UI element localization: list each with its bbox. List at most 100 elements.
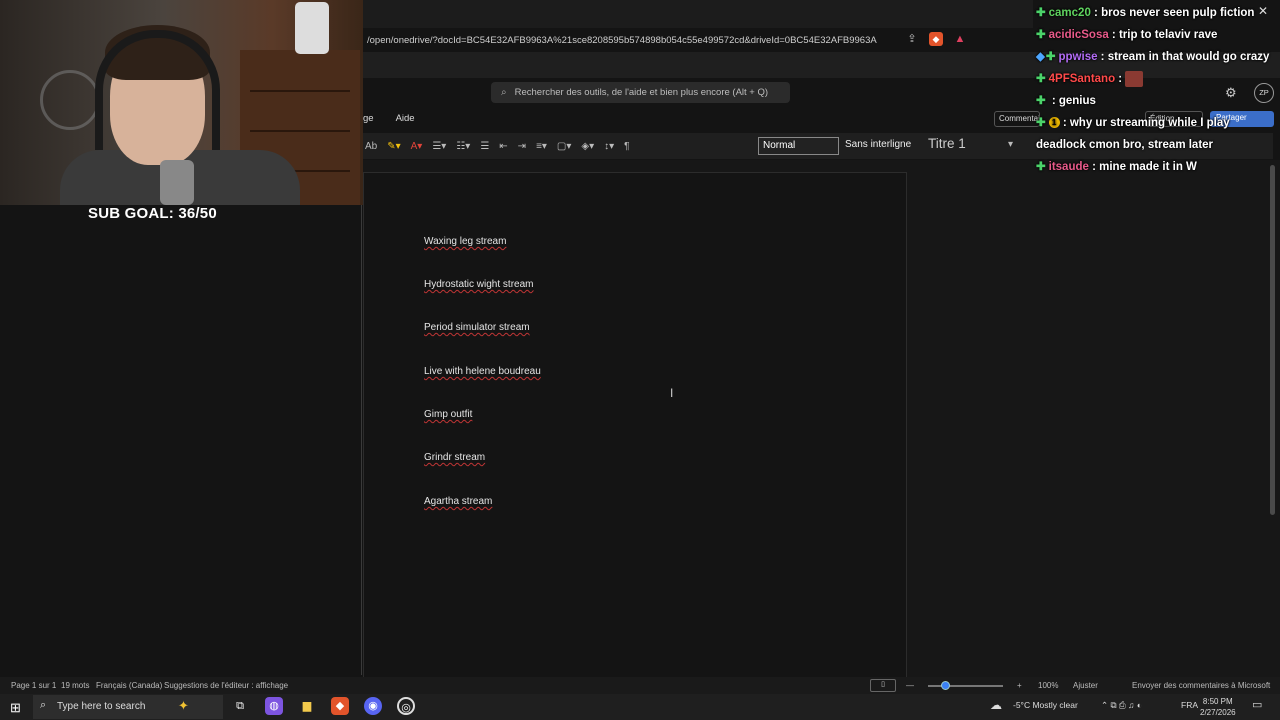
file-explorer-icon[interactable]: ▆ [298, 697, 316, 715]
language-indicator[interactable]: Français (Canada) [96, 681, 162, 690]
chat-text: : mine made it in W [1088, 161, 1197, 173]
paragraph-marks-icon[interactable]: ¶ [624, 141, 629, 152]
obs-icon[interactable]: ◎ [397, 697, 415, 715]
chat-emote-image [1125, 70, 1144, 87]
zoom-in-icon[interactable]: + [1017, 681, 1022, 690]
sub-badge-icon: ✚ [1036, 161, 1046, 173]
chat-username: camc20 [1048, 7, 1091, 19]
checklist-icon[interactable]: ☰ [480, 141, 489, 152]
status-bar: Page 1 sur 1 19 mots Français (Canada) S… [0, 677, 1280, 694]
notification-icon[interactable]: ▭ [1252, 698, 1262, 711]
document-line[interactable]: Agartha stream [424, 496, 492, 507]
chat-username: ppwise [1058, 51, 1098, 63]
document-line[interactable]: Live with helene boudreau [424, 366, 541, 377]
decrease-indent-icon[interactable]: ⇤ [499, 141, 507, 152]
gem-badge-icon: ◆ [1036, 51, 1045, 63]
brave-browser-icon[interactable]: ◆ [331, 697, 349, 715]
feedback-link[interactable]: Envoyer des commentaires à Microsoft [1132, 681, 1270, 690]
taskbar-search[interactable]: ⌕ Type here to search ✦ [33, 695, 223, 719]
windows-start-icon[interactable]: ⊞ [10, 700, 21, 716]
chat-message: ✚ 4PFSantano : [1036, 68, 1276, 90]
menu-item-aide[interactable]: Aide [396, 113, 415, 124]
numbered-list-icon[interactable]: ☷▾ [456, 141, 470, 152]
brave-shield-icon[interactable]: ◆ [929, 32, 943, 46]
document-page[interactable] [363, 172, 907, 682]
highlight-icon[interactable]: ✎▾ [387, 141, 400, 152]
text-cursor-icon: I [670, 386, 674, 400]
sub-badge-icon: ✚ [1036, 73, 1046, 85]
tab-strip [363, 0, 1033, 28]
headset-shape [95, 30, 220, 150]
style-heading-1[interactable]: Titre 1 [924, 135, 1004, 155]
document-line[interactable]: Waxing leg stream [424, 236, 506, 247]
style-no-spacing[interactable]: Sans interligne [841, 137, 921, 155]
zoom-slider-knob[interactable] [941, 681, 950, 690]
page-count: Page 1 sur 1 [11, 681, 57, 690]
increase-indent-icon[interactable]: ⇥ [518, 141, 526, 152]
chat-text: : genius [1048, 95, 1096, 107]
align-icon[interactable]: ≡▾ [536, 141, 547, 152]
copilot-icon[interactable]: ◍ [265, 697, 283, 715]
styles-expand-chevron-icon[interactable]: ▾ [1008, 139, 1013, 150]
weather-icon[interactable]: ☁ [990, 698, 1002, 712]
shading-icon[interactable]: ◈▾ [581, 141, 594, 152]
font-color-icon[interactable]: A▾ [411, 141, 423, 152]
stream-chat-overlay: ✚ camc20 : bros never seen pulp fiction ✚… [1036, 2, 1276, 178]
word-count[interactable]: 19 mots [61, 681, 89, 690]
search-placeholder: Rechercher des outils, de l'aide et bien… [514, 87, 769, 98]
borders-icon[interactable]: ▢▾ [557, 141, 571, 152]
sub-goal-label: SUB GOAL: 36/50 [88, 205, 217, 222]
tray-icons[interactable]: ⌃ ⧉ ⎙ ♫ ◐ [1101, 700, 1142, 711]
clock-date: 2/27/2026 [1200, 708, 1236, 717]
zoom-slider[interactable] [928, 685, 1003, 687]
chat-username: itsaude [1048, 161, 1089, 173]
rewards-icon[interactable]: ▲ [953, 32, 967, 46]
sub-badge-icon: ✚ [1036, 117, 1046, 129]
style-ab-icon[interactable]: Ab [365, 141, 377, 152]
zoom-out-icon[interactable]: — [906, 681, 914, 690]
sub-badge-icon: ✚ [1036, 29, 1046, 41]
weather-text[interactable]: -5°C Mostly clear [1013, 700, 1078, 710]
line-spacing-icon[interactable]: ↕▾ [604, 141, 614, 152]
editor-suggestions[interactable]: Suggestions de l'éditeur : affichage [164, 681, 288, 690]
comments-button[interactable]: Commentaires [994, 111, 1040, 127]
bits-badge-icon: 1 [1048, 117, 1060, 129]
document-line[interactable]: Gimp outfit [424, 409, 472, 420]
address-bar[interactable]: /open/onedrive/?docId=BC54E32AFB9963A%21… [363, 28, 983, 52]
view-mode-icon[interactable]: ▯ [870, 679, 896, 692]
discord-icon[interactable]: ◉ [364, 697, 382, 715]
chat-username: 4PFSantano [1048, 73, 1116, 85]
chat-message: ✚ : genius [1036, 90, 1276, 112]
zoom-level[interactable]: 100% [1038, 681, 1058, 690]
chat-message: ✚ 1 : why ur streaming while I play deadl… [1036, 112, 1276, 156]
sub-badge-icon: ✚ [1036, 7, 1046, 19]
sub-badge-icon: ✚ [1036, 95, 1046, 107]
menu-item-page[interactable]: ge [363, 113, 374, 124]
style-normal[interactable]: Normal [758, 137, 839, 155]
taskbar-clock[interactable]: 8:50 PM 2/27/2026 [1200, 696, 1236, 718]
browser-toolbar-icons: ⇪ ◆ ▲ [905, 32, 967, 46]
fit-button[interactable]: Ajuster [1073, 681, 1098, 690]
copilot-sparkle-icon: ✦ [178, 698, 189, 713]
document-line[interactable]: Period simulator stream [424, 322, 530, 333]
keyboard-language[interactable]: FRA [1181, 700, 1198, 710]
bullet-list-icon[interactable]: ☰▾ [432, 141, 446, 152]
task-view-icon[interactable]: ⧉ [231, 697, 249, 715]
chat-text: : trip to telaviv rave [1108, 29, 1218, 41]
office-search-bar[interactable]: ⌕ Rechercher des outils, de l'aide et bi… [491, 82, 790, 103]
fan-shape [40, 70, 100, 130]
document-line[interactable]: Hydrostatic wight stream [424, 279, 533, 290]
chat-message: ✚ acidicSosa : trip to telaviv rave [1036, 24, 1276, 46]
vertical-scrollbar[interactable] [1270, 165, 1275, 515]
chat-text: : stream in that would go crazy [1097, 51, 1270, 63]
page-left-edge [361, 205, 362, 675]
chat-message: ✚ camc20 : bros never seen pulp fiction [1036, 2, 1276, 24]
clock-time: 8:50 PM [1202, 697, 1233, 706]
share-icon[interactable]: ⇪ [905, 32, 919, 46]
chat-username: acidicSosa [1048, 29, 1109, 41]
document-line[interactable]: Grindr stream [424, 452, 485, 463]
microphone-shape [160, 160, 194, 205]
webcam-feed [0, 0, 363, 205]
search-icon: ⌕ [501, 87, 507, 98]
chat-message: ◆✚ ppwise : stream in that would go crazy [1036, 46, 1276, 68]
